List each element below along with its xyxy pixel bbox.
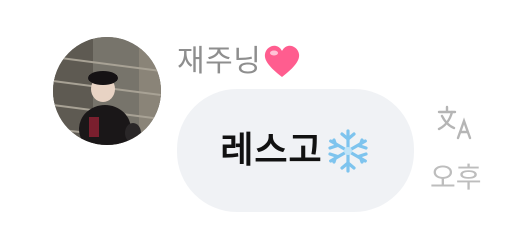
message-timestamp: 오후 [430, 161, 482, 194]
sender-row: 재주닝 [177, 42, 301, 82]
translate-icon[interactable] [436, 104, 476, 144]
heart-icon [263, 45, 301, 79]
sender-avatar[interactable] [53, 37, 161, 145]
message-bubble[interactable]: 레스고 [177, 89, 414, 212]
avatar-photo [53, 37, 161, 145]
snowflake-icon [325, 128, 371, 174]
sender-name[interactable]: 재주닝 [177, 42, 261, 82]
message-text: 레스고 [220, 129, 323, 171]
chat-screen: 재주닝 레스고 오후 [0, 0, 505, 240]
